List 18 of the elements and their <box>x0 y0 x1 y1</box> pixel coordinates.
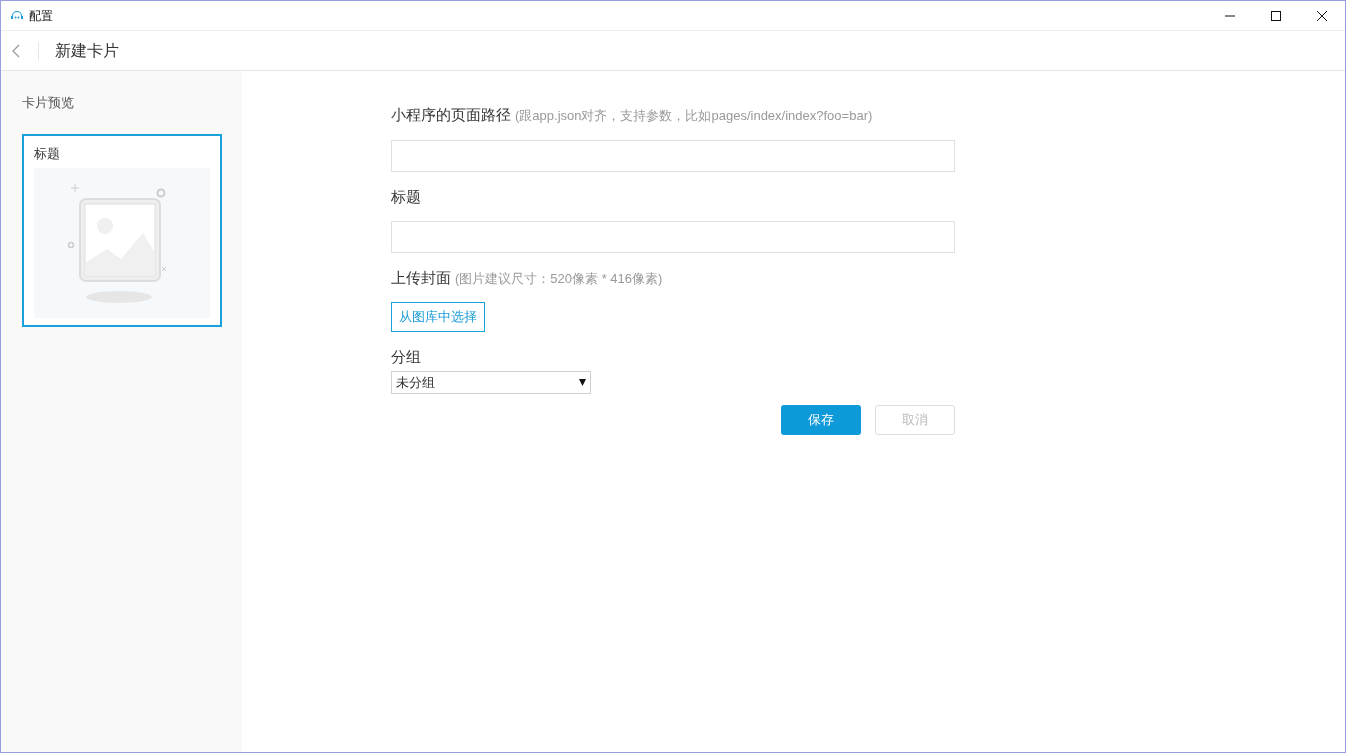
window-title: 配置 <box>29 7 53 25</box>
sidebar-heading: 卡片预览 <box>22 94 75 112</box>
field-label: 上传封面 <box>391 268 451 288</box>
group-dropdown[interactable]: 未分组 <box>391 371 591 394</box>
card-preview[interactable]: 标题 <box>22 133 222 327</box>
page-title: 新建卡片 <box>55 40 119 61</box>
card-title: 标题 <box>34 144 61 163</box>
field-label: 标题 <box>391 186 421 207</box>
dropdown-caret-icon <box>579 379 586 386</box>
field-hint: (跟app.json对齐，支持参数，比如pages/index/index?foo=bar) <box>515 107 873 125</box>
choose-from-gallery-button[interactable]: 从图库中选择 <box>391 301 485 332</box>
field-label: 小程序的页面路径 <box>391 105 511 125</box>
text-field[interactable] <box>391 221 955 253</box>
field-hint: (图片建议尺寸：520像素 * 416像素) <box>455 270 663 288</box>
save-button[interactable]: 保存 <box>781 405 861 435</box>
app-logo-icon <box>10 9 24 22</box>
text-field[interactable] <box>391 139 955 172</box>
field-label: 分组 <box>391 346 421 367</box>
